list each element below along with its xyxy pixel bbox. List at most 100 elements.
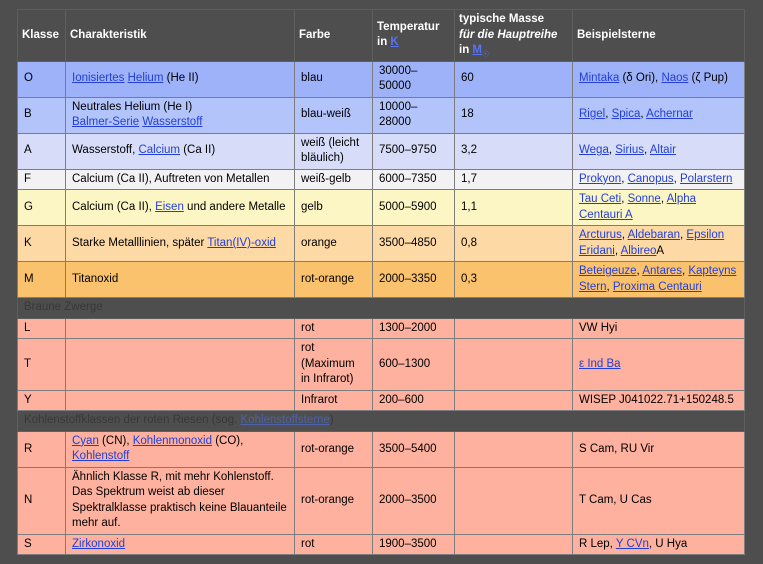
wiki-link[interactable]: Polarstern	[680, 173, 732, 185]
cell-masse-B: 18	[455, 97, 573, 133]
cell-beispielsterne-L: VW Hyi	[573, 318, 745, 339]
wiki-link[interactable]: Balmer-Serie	[72, 116, 139, 128]
cell-masse-L	[455, 318, 573, 339]
wiki-link[interactable]: Spica	[612, 108, 641, 120]
cell-farbe-K: orange	[295, 226, 373, 262]
text-segment: gelb	[301, 201, 323, 213]
wiki-link[interactable]: K	[390, 36, 398, 48]
wiki-link[interactable]: Albireo	[621, 245, 657, 257]
cell-temperatur-K: 3500–4850	[373, 226, 455, 262]
wiki-link[interactable]: Wasserstoff	[142, 116, 202, 128]
text-segment: Neutrales Helium (He I)	[72, 101, 192, 113]
wiki-link[interactable]: Aldebaran	[628, 229, 680, 241]
text-segment: Wasserstoff,	[72, 144, 138, 156]
cell-masse-G: 1,1	[455, 190, 573, 226]
cell-charakteristik-R: Cyan (CN), Kohlenmonoxid (CO), Kohlensto…	[66, 431, 295, 467]
wiki-link[interactable]: Prokyon	[579, 173, 621, 185]
row-B: B Neutrales Helium (He I) Balmer-Serie Was…	[18, 97, 745, 133]
wiki-link[interactable]: Altair	[650, 144, 676, 156]
cell-beispielsterne-O: Mintaka (δ Ori), Naos (ζ Pup)	[573, 61, 745, 97]
text-segment: orange	[301, 237, 337, 249]
cell-charakteristik-N: Ähnlich Klasse R, mit mehr Kohlenstoff. …	[66, 467, 295, 534]
text-segment: Titanoxid	[72, 273, 118, 285]
wiki-link[interactable]: Canopus	[628, 173, 674, 185]
cell-charakteristik-T	[66, 339, 295, 391]
cell-klasse-A: A	[18, 133, 66, 169]
section-title: Braune Zwerge	[18, 298, 745, 319]
wiki-link[interactable]: M☉	[472, 44, 489, 56]
wiki-link[interactable]: ε Ind Ba	[579, 358, 621, 370]
text-segment: blau	[301, 72, 323, 84]
text-segment: Beispielsterne	[577, 29, 656, 41]
cell-beispielsterne-T: ε Ind Ba	[573, 339, 745, 391]
cell-beispielsterne-B: Rigel, Spica, Achernar	[573, 97, 745, 133]
cell-farbe-L: rot	[295, 318, 373, 339]
text-segment: für die Hauptreihe	[459, 29, 557, 41]
text-segment: Ähnlich Klasse R, mit mehr Kohlenstoff. …	[72, 471, 287, 530]
wiki-link[interactable]: Wega	[579, 144, 609, 156]
wiki-link[interactable]: Kohlenstoffsterne	[241, 414, 330, 426]
cell-klasse-N: N	[18, 467, 66, 534]
wiki-link[interactable]: Mintaka	[579, 72, 619, 84]
text-segment: 0,3	[461, 273, 477, 285]
text-segment: Farbe	[299, 29, 330, 41]
cell-charakteristik-O: Ionisiertes Helium (He II)	[66, 61, 295, 97]
cell-klasse-G: G	[18, 190, 66, 226]
section-row: Kohlenstoffklassen der roten Riesen (sog…	[18, 411, 745, 432]
wiki-link[interactable]: Sirius	[615, 144, 644, 156]
cell-masse-F: 1,7	[455, 169, 573, 190]
cell-temperatur-B: 10000–28000	[373, 97, 455, 133]
wiki-link[interactable]: Naos	[661, 72, 688, 84]
cell-charakteristik-Y	[66, 390, 295, 411]
cell-beispielsterne-F: Prokyon, Canopus, Polarstern	[573, 169, 745, 190]
text-segment: 0,8	[461, 237, 477, 249]
spectral-class-table: KlasseCharakteristikFarbeTemperaturin Kt…	[17, 9, 745, 555]
text-segment: (He II)	[163, 72, 198, 84]
wiki-link[interactable]: Cyan	[72, 435, 99, 447]
text-segment: S Cam, RU Vir	[579, 443, 654, 455]
text-segment: weiß (leicht bläulich)	[301, 137, 359, 165]
cell-klasse-R: R	[18, 431, 66, 467]
wiki-link[interactable]: Tau Ceti	[579, 193, 621, 205]
wiki-link[interactable]: Rigel	[579, 108, 605, 120]
text-segment: 200–600	[379, 394, 424, 406]
text-segment: A	[656, 245, 664, 257]
cell-charakteristik-G: Calcium (Ca II), Eisen und andere Metall…	[66, 190, 295, 226]
cell-klasse-B: B	[18, 97, 66, 133]
cell-beispielsterne-R: S Cam, RU Vir	[573, 431, 745, 467]
wiki-link[interactable]: Calcium	[138, 144, 180, 156]
text-segment: 30000–50000	[379, 65, 417, 93]
wiki-link[interactable]: Proxima Centauri	[613, 281, 702, 293]
cell-beispielsterne-N: T Cam, U Cas	[573, 467, 745, 534]
cell-charakteristik-B: Neutrales Helium (He I) Balmer-Serie Wass…	[66, 97, 295, 133]
text-segment: blau-weiß	[301, 108, 351, 120]
wiki-link[interactable]: Helium	[128, 72, 164, 84]
wiki-link[interactable]: Sonne	[628, 193, 661, 205]
wiki-link[interactable]: Arcturus	[579, 229, 622, 241]
cell-beispielsterne-S: R Lep, Y CVn, U Hya	[573, 534, 745, 555]
row-N: NÄhnlich Klasse R, mit mehr Kohlenstoff.…	[18, 467, 745, 534]
cell-masse-R	[455, 431, 573, 467]
text-segment: 1,1	[461, 201, 477, 213]
column-header-masse: typische Massefür die Hauptreihein M☉	[455, 10, 573, 62]
wiki-link[interactable]: Eisen	[155, 201, 184, 213]
cell-temperatur-Y: 200–600	[373, 390, 455, 411]
cell-temperatur-R: 3500–5400	[373, 431, 455, 467]
text-segment: (δ Ori),	[619, 72, 661, 84]
wiki-link[interactable]: Beteigeuze	[579, 265, 637, 277]
text-segment: 6000–7350	[379, 173, 437, 185]
cell-temperatur-T: 600–1300	[373, 339, 455, 391]
wiki-link[interactable]: Kohlenmonoxid	[133, 435, 212, 447]
text-segment: 5000–5900	[379, 201, 437, 213]
text-segment: 1,7	[461, 173, 477, 185]
header-row: KlasseCharakteristikFarbeTemperaturin Kt…	[18, 10, 745, 62]
wiki-link[interactable]: Kohlenstoff	[72, 450, 129, 462]
cell-charakteristik-K: Starke Metalllinien, später Titan(IV)-ox…	[66, 226, 295, 262]
wiki-link[interactable]: Antares	[642, 265, 682, 277]
cell-farbe-F: weiß-gelb	[295, 169, 373, 190]
wiki-link[interactable]: Ionisiertes	[72, 72, 124, 84]
cell-klasse-T: T	[18, 339, 66, 391]
text-segment: in	[459, 44, 472, 56]
wiki-link[interactable]: Achernar	[646, 108, 693, 120]
wiki-link[interactable]: Titan(IV)-oxid	[207, 237, 276, 249]
